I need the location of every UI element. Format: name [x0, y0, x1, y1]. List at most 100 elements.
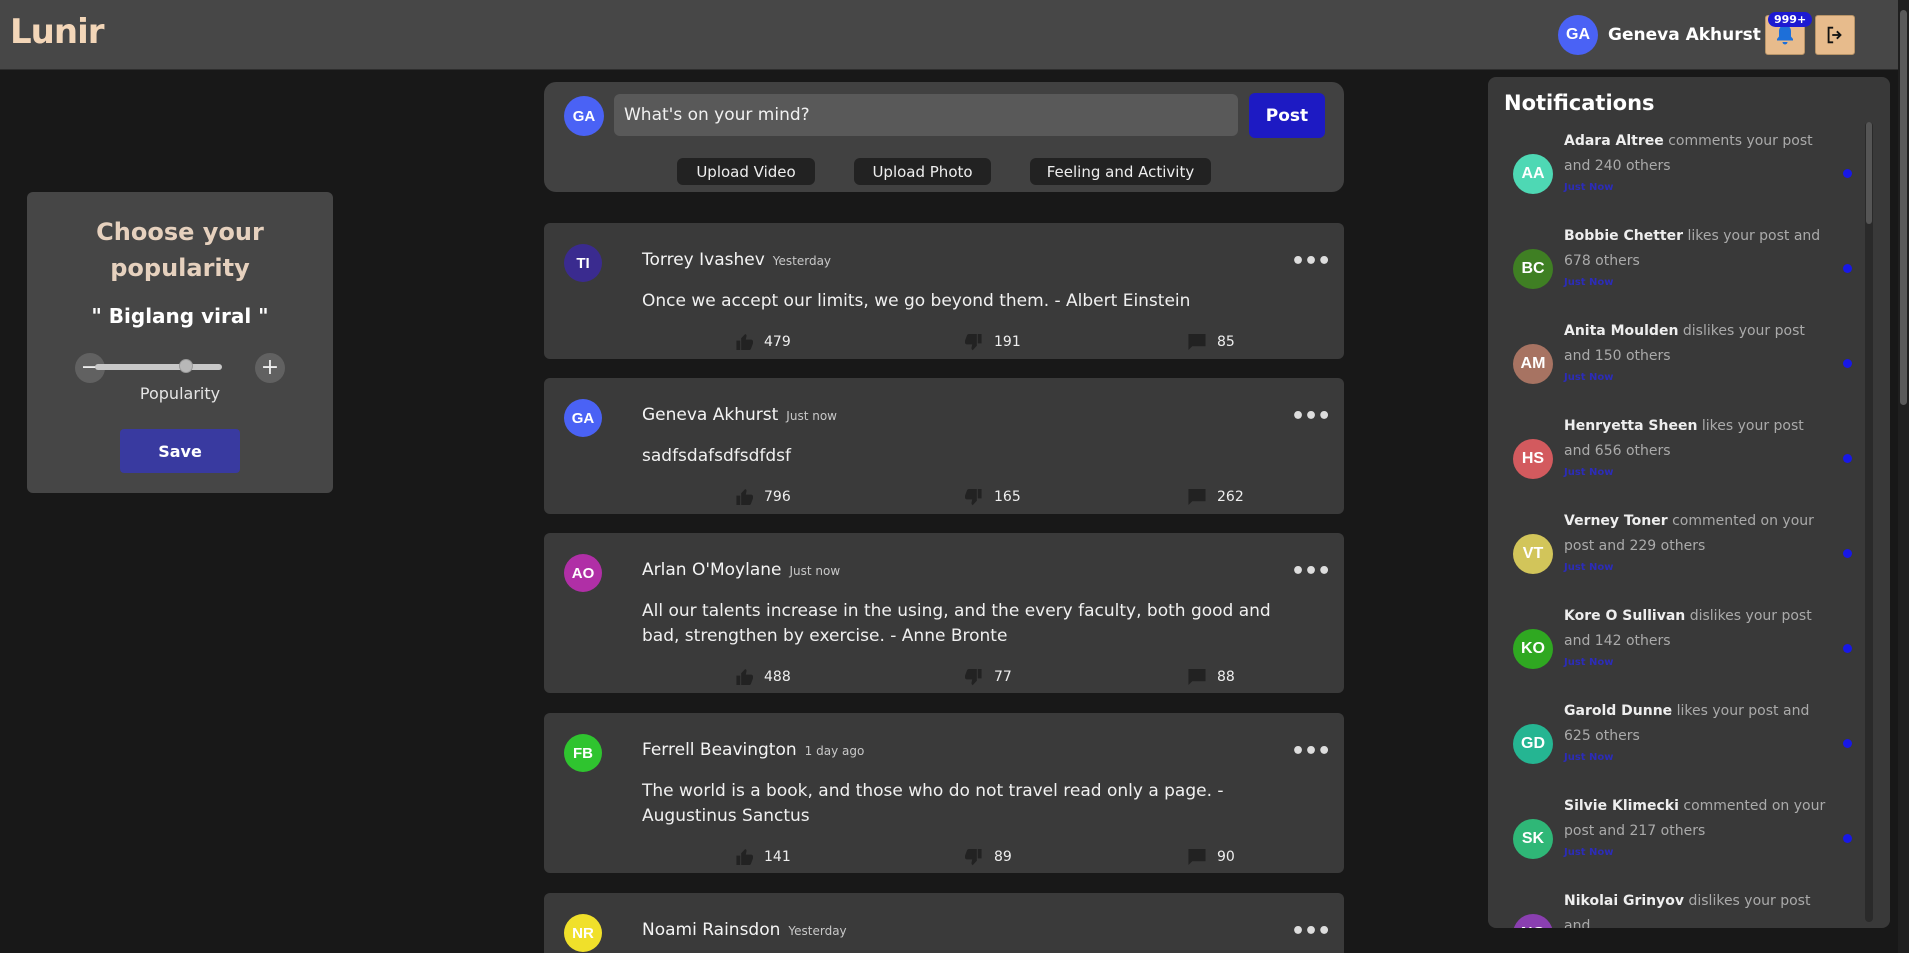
post-composer: GA What's on your mind? Post Upload Vide… [544, 82, 1344, 192]
more-options-icon[interactable]: ••• [1291, 404, 1331, 429]
notification-user: Silvie Klimecki [1564, 798, 1679, 814]
more-options-icon[interactable]: ••• [1291, 249, 1331, 274]
notification-time: Just Now [1564, 752, 1614, 763]
notification-time: Just Now [1564, 467, 1614, 478]
notification-item[interactable]: GD Garold Dunne likes your post and 625 … [1488, 699, 1858, 794]
notification-time: Just Now [1564, 277, 1614, 288]
upload-photo-button[interactable]: Upload Photo [854, 158, 991, 185]
save-button[interactable]: Save [120, 429, 240, 473]
post-input[interactable]: What's on your mind? [614, 94, 1238, 136]
dislike-button[interactable]: 165 [964, 488, 1021, 506]
notification-text: Nikolai Grinyov dislikes your post and [1564, 889, 1834, 928]
notifications-title: Notifications [1504, 91, 1655, 115]
unread-dot [1843, 264, 1852, 273]
notifications-scrollbar-thumb[interactable] [1866, 122, 1872, 224]
notification-text: Kore O Sullivan dislikes your post and 1… [1564, 604, 1834, 654]
post-header: Geneva Akhurst Just now [642, 405, 837, 425]
post-author[interactable]: Torrey Ivashev [642, 250, 765, 270]
notification-text: Bobbie Chetter likes your post and 678 o… [1564, 224, 1834, 274]
post-header: Torrey Ivashev Yesterday [642, 250, 831, 270]
more-options-icon[interactable]: ••• [1291, 739, 1331, 764]
notification-count-badge: 999+ [1768, 12, 1813, 27]
notification-avatar: NG [1513, 914, 1553, 928]
app-logo[interactable]: Lunir [10, 12, 104, 52]
logout-icon [1827, 26, 1842, 44]
unread-dot [1843, 359, 1852, 368]
post-avatar[interactable]: AO [564, 554, 602, 592]
notification-time: Just Now [1564, 562, 1614, 573]
post-card: NR Noami Rainsdon Yesterday ••• [544, 893, 1344, 953]
post-avatar[interactable]: TI [564, 244, 602, 282]
header-user[interactable]: GA Geneva Akhurst [1558, 15, 1761, 55]
unread-dot [1843, 834, 1852, 843]
page-scrollbar-thumb[interactable] [1900, 10, 1907, 405]
more-options-icon[interactable]: ••• [1291, 559, 1331, 584]
post-author[interactable]: Arlan O'Moylane [642, 560, 782, 580]
notification-user: Kore O Sullivan [1564, 608, 1686, 624]
top-header: Lunir GA Geneva Akhurst 999+ [0, 0, 1909, 70]
post-author[interactable]: Geneva Akhurst [642, 405, 778, 425]
notification-user: Verney Toner [1564, 513, 1668, 529]
post-time: Just now [786, 409, 837, 423]
increase-button[interactable]: + [255, 353, 285, 383]
like-count: 479 [764, 334, 791, 350]
post-text: sadfsdafsdfsdfdsf [642, 446, 791, 466]
comment-icon [1188, 668, 1206, 686]
dislike-button[interactable]: 191 [964, 333, 1021, 351]
post-header: Ferrell Beavington 1 day ago [642, 740, 864, 760]
popularity-value: " Biglang viral " [91, 304, 269, 328]
thumbs-down-icon [965, 848, 982, 866]
popularity-slider-track[interactable] [95, 364, 222, 370]
feeling-activity-button[interactable]: Feeling and Activity [1030, 158, 1211, 185]
post-avatar[interactable]: GA [564, 399, 602, 437]
comment-button[interactable]: 262 [1187, 488, 1244, 506]
notifications-scrollbar[interactable] [1865, 122, 1873, 922]
notification-user: Bobbie Chetter [1564, 228, 1684, 244]
post-time: Just now [789, 564, 841, 578]
like-button[interactable]: 479 [734, 333, 791, 351]
post-time: Yesterday [788, 924, 847, 938]
thumbs-up-icon [736, 668, 753, 686]
like-button[interactable]: 796 [734, 488, 791, 506]
notification-item[interactable]: AM Anita Moulden dislikes your post and … [1488, 319, 1858, 414]
notification-item[interactable]: HS Henryetta Sheen likes your post and 6… [1488, 414, 1858, 509]
comment-count: 90 [1217, 849, 1235, 865]
thumbs-down-icon [965, 668, 982, 686]
post-avatar[interactable]: NR [564, 914, 602, 952]
post-time: 1 day ago [804, 744, 865, 758]
composer-avatar: GA [564, 96, 604, 136]
post-avatar[interactable]: FB [564, 734, 602, 772]
comment-button[interactable]: 90 [1187, 848, 1235, 866]
post-author[interactable]: Noami Rainsdon [642, 920, 780, 940]
notification-item[interactable]: AA Adara Altree comments your post and 2… [1488, 129, 1858, 224]
notification-user: Garold Dunne [1564, 703, 1673, 719]
comment-button[interactable]: 88 [1187, 668, 1235, 686]
post-button[interactable]: Post [1249, 93, 1325, 138]
logout-button[interactable] [1815, 15, 1855, 55]
notification-item[interactable]: SK Silvie Klimecki commented on your pos… [1488, 794, 1858, 889]
notification-item[interactable]: KO Kore O Sullivan dislikes your post an… [1488, 604, 1858, 699]
post-author[interactable]: Ferrell Beavington [642, 740, 797, 760]
thumbs-up-icon [736, 488, 753, 506]
dislike-button[interactable]: 89 [964, 848, 1012, 866]
thumbs-down-icon [965, 488, 982, 506]
dislike-button[interactable]: 77 [964, 668, 1012, 686]
more-options-icon[interactable]: ••• [1291, 919, 1331, 944]
like-button[interactable]: 141 [734, 848, 791, 866]
comment-icon [1188, 848, 1206, 866]
popularity-card: Choose your popularity " Biglang viral "… [27, 192, 333, 493]
comment-count: 262 [1217, 489, 1244, 505]
comment-button[interactable]: 85 [1187, 333, 1235, 351]
dislike-count: 191 [994, 334, 1021, 350]
notification-item[interactable]: NG Nikolai Grinyov dislikes your post an… [1488, 889, 1858, 928]
notification-time: Just Now [1564, 657, 1614, 668]
notification-item[interactable]: BC Bobbie Chetter likes your post and 67… [1488, 224, 1858, 319]
notification-avatar: HS [1513, 439, 1553, 479]
upload-video-button[interactable]: Upload Video [677, 158, 815, 185]
page-scrollbar[interactable] [1898, 0, 1909, 953]
like-button[interactable]: 488 [734, 668, 791, 686]
notification-item[interactable]: VT Verney Toner commented on your post a… [1488, 509, 1858, 604]
notification-avatar: GD [1513, 724, 1553, 764]
notification-user: Henryetta Sheen [1564, 418, 1698, 434]
comment-icon [1188, 333, 1206, 351]
